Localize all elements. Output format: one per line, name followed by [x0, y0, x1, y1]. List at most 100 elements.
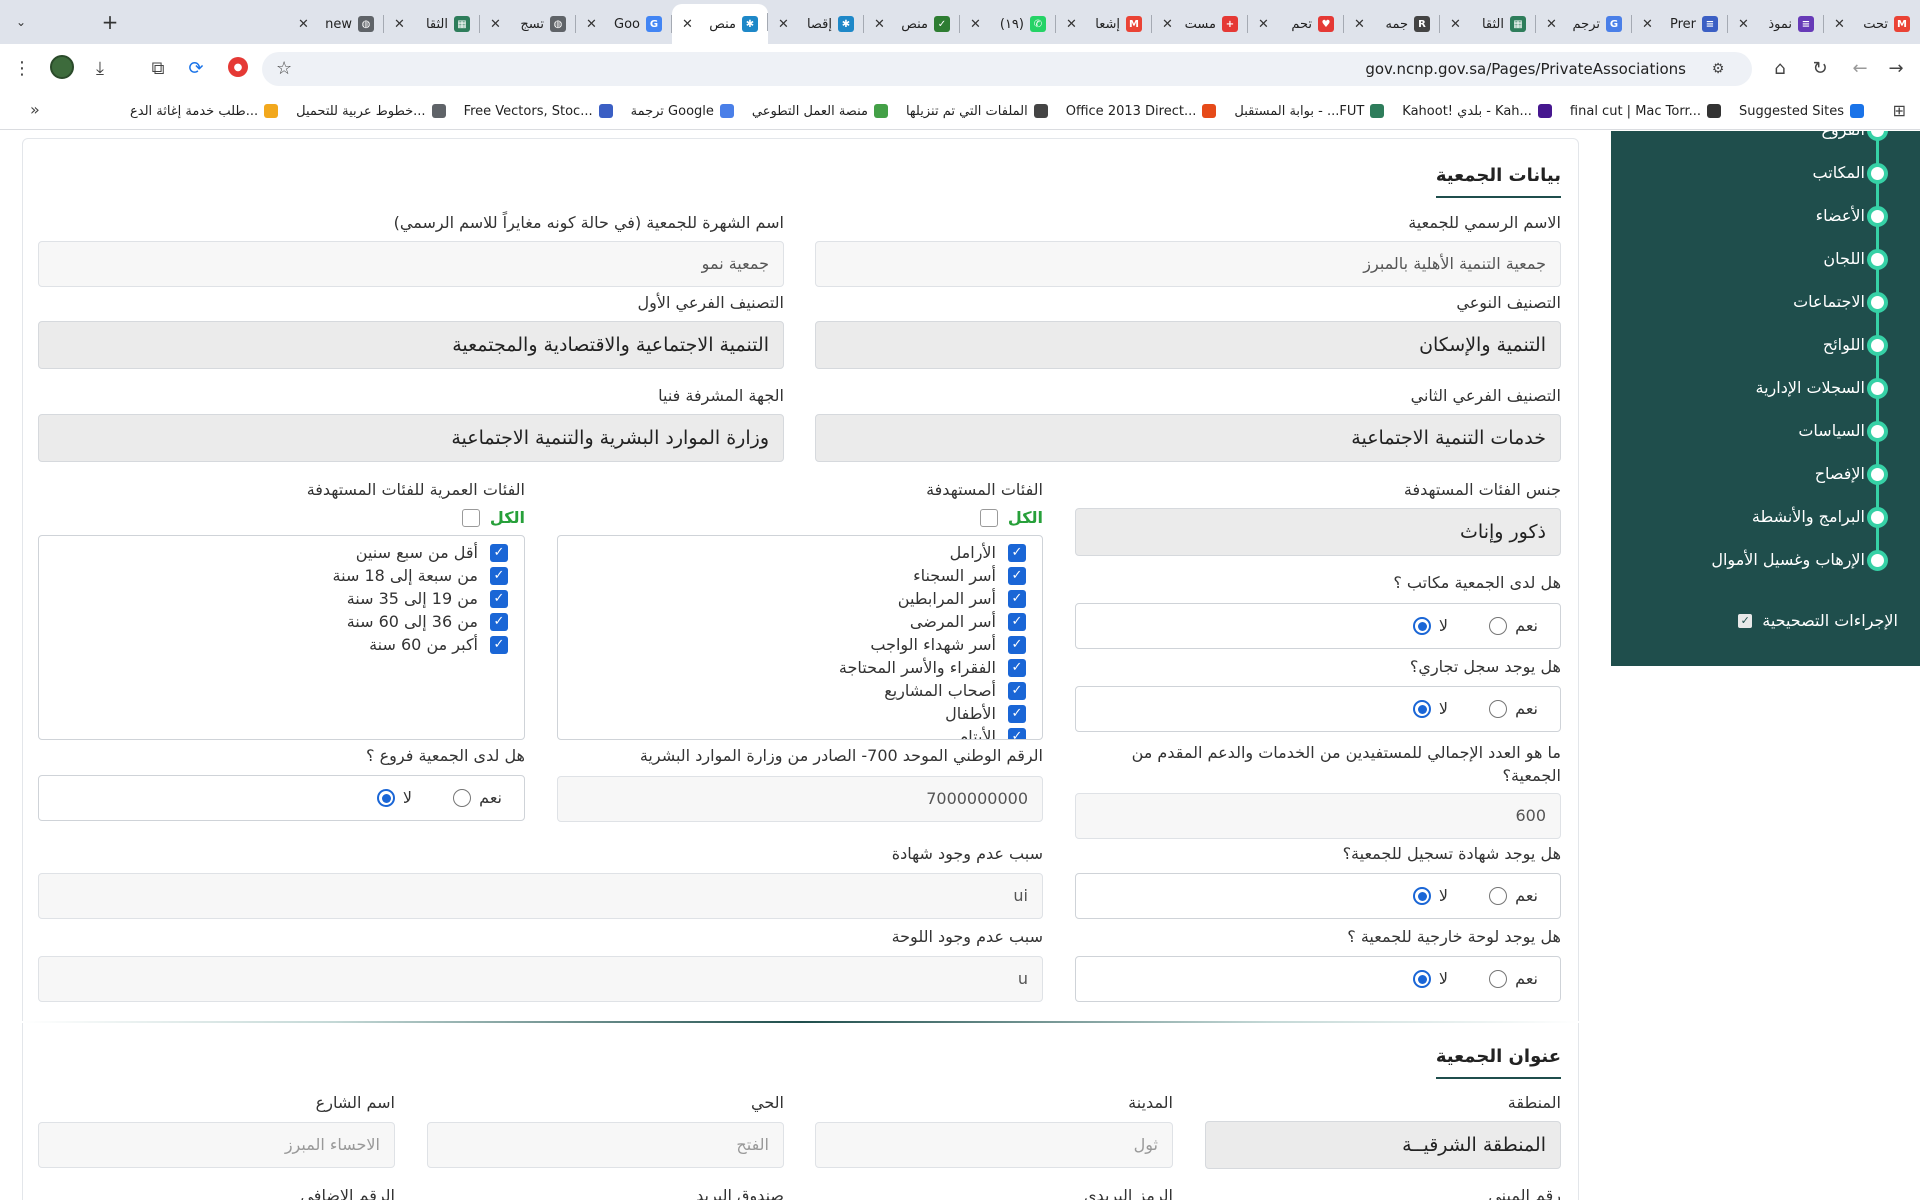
checkbox-checked-icon[interactable]: ✓ — [1008, 727, 1026, 739]
url-text[interactable]: gov.ncnp.gov.sa/Pages/PrivateAssociation… — [1365, 52, 1686, 86]
has-branches-no[interactable]: لا — [376, 788, 412, 807]
browser-tab[interactable]: ◍ new ✕ — [288, 6, 384, 42]
popular-name-input[interactable]: جمعية نمو — [38, 241, 784, 287]
supervisor-select[interactable]: وزارة الموارد البشرية والتنمية الاجتماعي… — [38, 414, 784, 462]
browser-tab[interactable]: ▦ الثقا ✕ — [1440, 6, 1536, 42]
radio-icon[interactable] — [1412, 699, 1431, 718]
checkbox-item[interactable]: ✓ الأطفال — [945, 704, 1026, 723]
step-dot-icon[interactable] — [1867, 335, 1888, 356]
has-sign-yes[interactable]: نعم — [1489, 969, 1538, 988]
sidebar-item[interactable]: الإفصاح — [1815, 464, 1865, 483]
close-tab-icon[interactable]: ✕ — [1546, 17, 1557, 32]
step-dot-icon[interactable] — [1867, 249, 1888, 270]
bookmark-item[interactable]: منصة العمل التطوعي — [752, 104, 888, 119]
site-info-icon[interactable]: ⚙ — [1708, 59, 1728, 79]
city-input[interactable]: ثول — [815, 1122, 1173, 1168]
extensions-icon[interactable]: ⧉ — [144, 54, 172, 82]
step-dot-icon[interactable] — [1867, 163, 1888, 184]
close-tab-icon[interactable]: ✕ — [1834, 17, 1845, 32]
browser-tab[interactable]: ▦ الثقا ✕ — [384, 6, 480, 42]
close-tab-icon[interactable]: ✕ — [1738, 17, 1749, 32]
age-all-checkbox[interactable] — [461, 508, 480, 527]
browser-tab[interactable]: ♥ تحم ✕ — [1248, 6, 1344, 42]
district-input[interactable]: الفتح — [427, 1122, 784, 1168]
checkbox-checked-icon[interactable]: ✓ — [1008, 566, 1026, 585]
sub-class-1-select[interactable]: التنمية الاجتماعية والاقتصادية والمجتمعي… — [38, 321, 784, 369]
checkbox-checked-icon[interactable]: ✓ — [1008, 681, 1026, 700]
age-groups-list[interactable]: ✓ أقل من سبع سنين ✓ من سبعة إلى 18 سنة ✓ من 1… — [38, 535, 525, 740]
step-dot-icon[interactable] — [1867, 464, 1888, 485]
sidebar-item[interactable]: الاجتماعات — [1793, 292, 1865, 311]
official-name-input[interactable]: جمعية التنمية الأهلية بالمبرز — [815, 241, 1561, 287]
sidebar-item[interactable]: المكاتب — [1813, 163, 1865, 182]
close-tab-icon[interactable]: ✕ — [1450, 17, 1461, 32]
radio-icon[interactable] — [376, 788, 395, 807]
checkbox-checked-icon[interactable]: ✓ — [490, 635, 508, 654]
step-dot-icon[interactable] — [1867, 378, 1888, 399]
has-sign-no[interactable]: لا — [1412, 969, 1448, 988]
browser-tab[interactable]: M إشعا ✕ — [1056, 6, 1152, 42]
has-branches-yes[interactable]: نعم — [453, 788, 502, 807]
sync-icon[interactable]: ⟳ — [182, 54, 210, 82]
radio-icon[interactable] — [453, 788, 472, 807]
checkbox-checked-icon[interactable]: ✓ — [490, 543, 508, 562]
checkbox-item[interactable]: ✓ أسر المرضى — [910, 612, 1026, 631]
has-offices-yes[interactable]: نعم — [1489, 616, 1538, 635]
step-dot-icon[interactable] — [1867, 550, 1888, 571]
checkbox-checked-icon[interactable]: ✓ — [1008, 612, 1026, 631]
browser-tab[interactable]: ✱ إقصا ✕ — [768, 6, 864, 42]
close-tab-icon[interactable]: ✕ — [1162, 17, 1173, 32]
browser-tab[interactable]: ✆ (١٩) ✕ — [960, 6, 1056, 42]
sidebar-item[interactable]: اللوائح — [1823, 335, 1865, 354]
has-commercial-yes[interactable]: نعم — [1489, 699, 1538, 718]
browser-tab[interactable]: ◍ تسج ✕ — [480, 6, 576, 42]
has-commercial-no[interactable]: لا — [1412, 699, 1448, 718]
sidebar-item[interactable]: اللجان — [1823, 249, 1865, 268]
adblock-icon[interactable]: ● — [228, 57, 248, 77]
checkbox-checked-icon[interactable]: ✓ — [1008, 704, 1026, 723]
bookmark-item[interactable]: Suggested Sites — [1739, 104, 1864, 119]
step-dot-icon[interactable] — [1867, 206, 1888, 227]
close-tab-icon[interactable]: ✕ — [874, 17, 885, 32]
menu-icon[interactable]: ⋮ — [8, 54, 36, 82]
checkbox-checked-icon[interactable]: ✓ — [1008, 589, 1026, 608]
bookmark-item[interactable]: طلب خدمة إغاثة الدع... — [130, 104, 279, 119]
has-certificate-no[interactable]: لا — [1412, 886, 1448, 905]
radio-icon[interactable] — [1489, 616, 1508, 635]
close-tab-icon[interactable]: ✕ — [682, 17, 693, 32]
home-icon[interactable]: ⌂ — [1766, 54, 1794, 82]
checkbox-item[interactable]: ✓ الفقراء والأسر المحتاجة — [839, 658, 1026, 677]
checkbox-checked-icon[interactable]: ✓ — [490, 589, 508, 608]
close-tab-icon[interactable]: ✕ — [1066, 17, 1077, 32]
bookmark-item[interactable]: Free Vectors, Stoc... — [464, 104, 613, 119]
radio-icon[interactable] — [1489, 699, 1508, 718]
browser-tab[interactable]: G Goo ✕ — [576, 6, 672, 42]
close-tab-icon[interactable]: ✕ — [586, 17, 597, 32]
sidebar-item[interactable]: الإرهاب وغسيل الأموال — [1711, 550, 1865, 569]
bookmark-item[interactable]: بوابة المستقبل - ...FUT — [1234, 104, 1385, 119]
checkbox-item[interactable]: ✓ أقل من سبع سنين — [356, 543, 508, 562]
browser-tab[interactable]: G ترجم ✕ — [1536, 6, 1632, 42]
checkbox-item[interactable]: ✓ أكبر من 60 سنة — [369, 635, 508, 654]
step-dot-icon[interactable] — [1867, 421, 1888, 442]
has-offices-no[interactable]: لا — [1412, 616, 1448, 635]
checkbox-checked-icon[interactable]: ✓ — [490, 612, 508, 631]
radio-icon[interactable] — [1412, 886, 1431, 905]
back-icon[interactable]: → — [1882, 54, 1910, 82]
checkbox-item[interactable]: ✓ أسر المرابطين — [898, 589, 1026, 608]
radio-icon[interactable] — [1412, 969, 1431, 988]
close-tab-icon[interactable]: ✕ — [490, 17, 501, 32]
apps-grid-icon[interactable]: ⊞ — [1893, 101, 1906, 120]
download-icon[interactable]: ⤓ — [86, 54, 114, 82]
checkbox-item[interactable]: ✓ الأيتام — [958, 727, 1026, 739]
close-tab-icon[interactable]: ✕ — [298, 17, 309, 32]
bookmark-item[interactable]: final cut | Mac Torr... — [1570, 104, 1722, 119]
browser-tab[interactable]: R جمه ✕ — [1344, 6, 1440, 42]
bookmark-star-icon[interactable]: ☆ — [276, 58, 292, 79]
target-groups-all[interactable]: الكل — [979, 508, 1043, 527]
target-all-checkbox[interactable] — [979, 508, 998, 527]
checkbox-item[interactable]: ✓ من 36 إلى 60 سنة — [347, 612, 508, 631]
more-bookmarks-icon[interactable]: » — [30, 100, 40, 119]
sidebar-item-corrective-actions[interactable]: ✓ الإجراءات التصحيحية — [1738, 611, 1898, 630]
close-tab-icon[interactable]: ✕ — [1642, 17, 1653, 32]
